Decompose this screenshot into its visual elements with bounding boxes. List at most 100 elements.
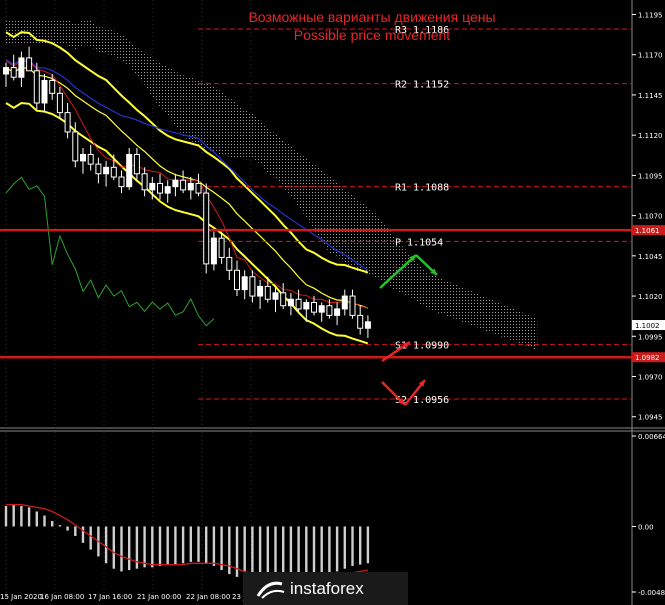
candle-body [87,153,94,165]
macd-bar [35,511,38,527]
macd-bar [27,507,31,527]
candle-body [234,269,240,291]
price-tick-label: 1.1070 [638,213,663,221]
price-tick-label: 1.1045 [638,253,663,261]
chart-title-ru: Возможные варианты движения цены [248,9,495,25]
macd-bar [74,526,77,537]
macd-bar [43,515,46,527]
candle-body [210,237,217,265]
candle-body [249,276,256,297]
candle-body [41,79,48,104]
macd-bar [58,525,62,527]
macd-bar [189,526,192,562]
macd-bar [220,526,223,571]
macd-bar [81,526,85,543]
macd-bar [366,526,370,564]
macd-bar [112,526,115,569]
time-tick-label: 17 Jan 16:00 [88,593,132,601]
candle-body [110,166,117,178]
candle-body [357,314,364,329]
price-tick-label: 1.1195 [638,11,663,19]
level-label-r1: R1 1.1088 [395,183,449,194]
candle-body [341,295,348,310]
candle-body [326,305,333,316]
price-marker-label: 1.1061 [635,227,660,235]
candle-body [33,70,40,104]
price-tick-label: 1.0995 [638,333,663,341]
candle-body [157,182,163,194]
macd-tick-label: 0.00664 [638,433,665,441]
macd-bar [104,526,108,564]
candle-body [3,67,9,75]
macd-bar [89,526,92,550]
logo-text: instaforex [290,579,364,598]
macd-bar [197,526,200,562]
macd-bar [174,526,177,565]
price-tick-label: 1.0970 [638,374,663,382]
candle-body [311,301,317,313]
candle-body [264,285,271,300]
macd-bar [335,526,339,572]
candle-body [26,57,33,72]
macd-bar [320,526,323,577]
price-tick-label: 1.0945 [638,414,663,422]
price-marker-label: 1.0982 [635,354,660,362]
candle-body [226,256,233,271]
candle-body [118,176,125,188]
macd-bar [351,526,354,566]
candle-body [180,179,187,191]
candle-body [18,57,25,78]
candle-body [318,305,325,313]
price-tick-label: 1.1095 [638,172,663,180]
candle-body [272,292,279,300]
candle-body [287,298,294,307]
candle-body [195,182,202,194]
price-tick-label: 1.1120 [638,132,663,140]
macd-bar [51,521,54,527]
macd-bar [4,506,8,527]
price-tick-label: 1.1020 [638,293,663,301]
macd-bar [158,526,162,566]
candle-body [103,166,110,175]
macd-bar [205,526,208,564]
time-tick-label: 22 Jan 08:00 [186,593,230,601]
macd-bar [143,526,146,568]
chart-title-en: Possible price movement [294,27,451,43]
candle-body [280,292,287,307]
candle-body [295,298,302,310]
macd-tick-label: -0.00481 [638,589,665,597]
candle-body [10,67,17,78]
time-axis: 15 Jan 202016 Jan 08:00 17 Jan 16:00 21 Ja… [0,593,254,601]
candle-body [241,276,248,291]
candle-body [133,153,140,175]
candle-body [364,321,371,329]
time-tick-label: 21 Jan 00:00 [137,593,181,601]
macd-bar [359,526,362,565]
candle-body [164,186,171,194]
level-label-p: P 1.1054 [395,237,443,248]
current-price-label: 1.1002 [635,322,660,330]
price-tick-label: 1.1170 [638,52,663,60]
candle-body [95,163,102,175]
candle-body [56,92,63,114]
macd-bar [166,526,169,565]
forex-chart: R3 1.1186R2 1.1152R1 1.1088P 1.1054S1 1.… [0,0,665,605]
macd-bar [20,506,23,527]
macd-bar [128,526,131,571]
macd-bar [212,526,216,566]
candle-body [149,182,156,191]
macd-bar [328,526,331,575]
candle-body [80,153,86,162]
macd-bar [312,526,316,580]
candle-body [257,285,264,297]
candle-body [203,192,210,265]
level-label-r2: R2 1.1152 [395,80,449,91]
candle-body [49,79,56,94]
macd-bar [120,526,123,572]
candle-body [141,173,148,191]
candle-body [64,112,71,133]
candle-body [334,308,341,316]
candle-body [172,179,179,188]
macd-bar [228,526,231,575]
macd-bar [12,504,15,527]
